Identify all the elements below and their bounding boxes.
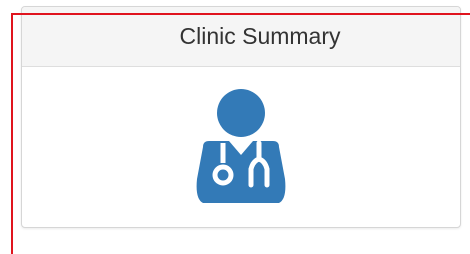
doctor-stethoscope-icon	[196, 89, 286, 203]
card-body	[22, 67, 460, 227]
card-header: Clinic Summary	[22, 7, 460, 67]
page: Clinic Summary	[0, 0, 470, 254]
clinic-summary-card[interactable]: Clinic Summary	[21, 6, 461, 228]
focus-outline-left	[11, 13, 13, 254]
focus-outline-top	[11, 13, 470, 15]
card-title: Clinic Summary	[179, 23, 341, 49]
